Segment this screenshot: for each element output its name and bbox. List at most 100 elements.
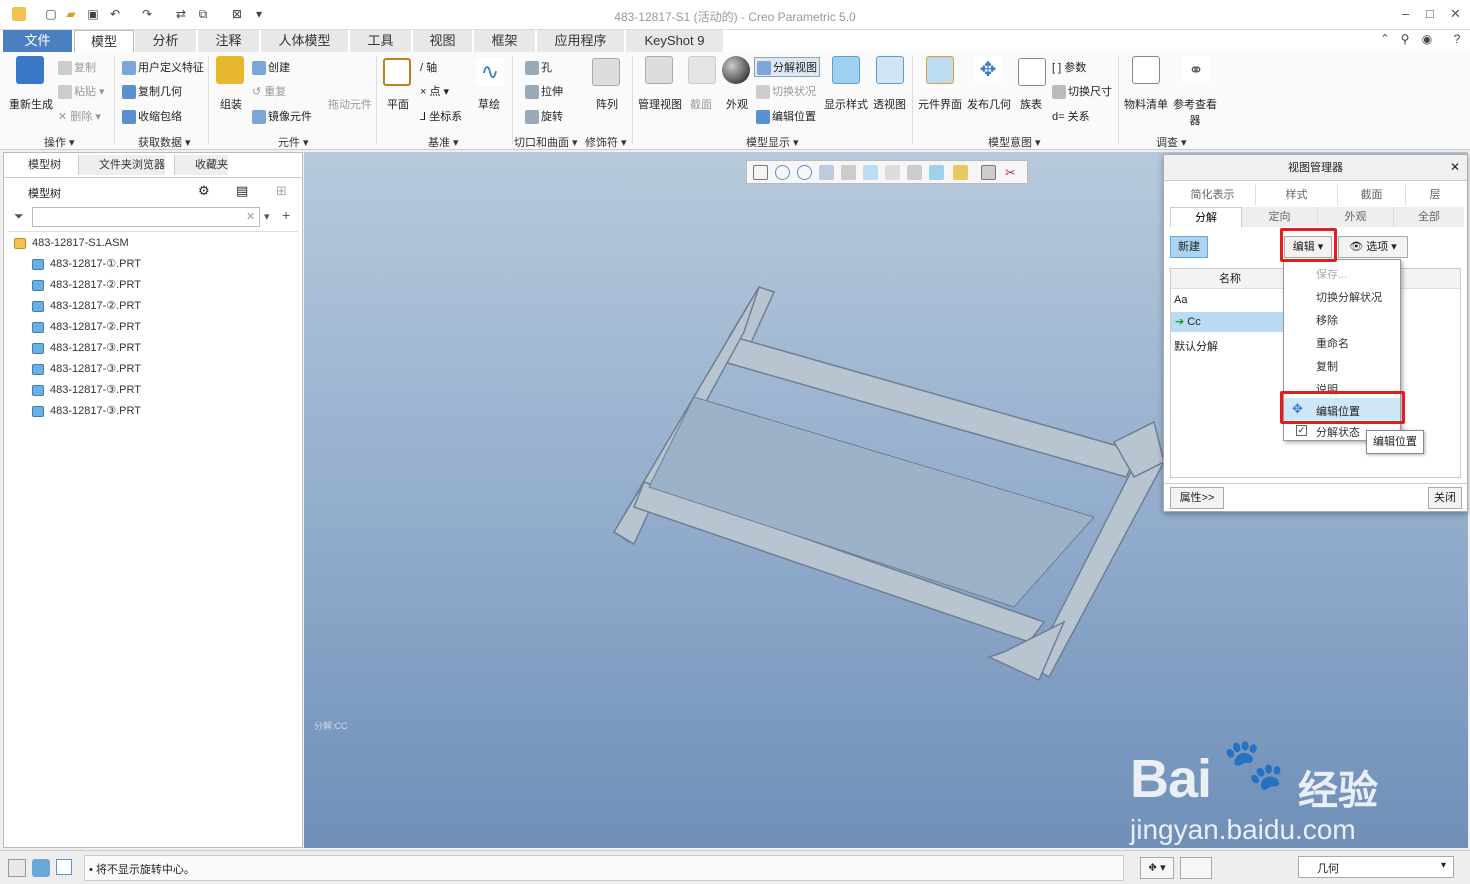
group-model-display[interactable]: 模型显示 ▾ <box>746 134 799 150</box>
tab-sections[interactable]: 截面 <box>1338 185 1406 205</box>
tree-item[interactable]: 483-12817-①.PRT <box>32 254 141 274</box>
tree-item[interactable]: 483-12817-③.PRT <box>32 401 141 421</box>
tree-search-input[interactable] <box>32 207 260 227</box>
parameters-button[interactable]: [ ] 参数 <box>1052 59 1086 75</box>
repeat-button[interactable]: ↺ 重复 <box>252 83 286 99</box>
mirror-component-button[interactable]: 镜像元件 <box>252 108 312 125</box>
tree-item[interactable]: 483-12817-②.PRT <box>32 317 141 337</box>
pattern-button[interactable]: 阵列 <box>596 96 618 112</box>
tree-item[interactable]: 483-12817-②.PRT <box>32 296 141 316</box>
csys-button[interactable]: ⅃ 坐标系 <box>420 108 462 124</box>
shrinkwrap-button[interactable]: 收缩包络 <box>122 108 182 125</box>
tab-file[interactable]: 文件 <box>3 30 73 52</box>
new-button[interactable]: 新建 <box>1170 236 1208 258</box>
tree-columns-icon[interactable]: ▤ <box>236 183 248 199</box>
fullscreen-icon[interactable] <box>56 859 72 875</box>
edit-position-ribbon-button[interactable]: 编辑位置 <box>756 108 816 125</box>
tree-root[interactable]: 483-12817-S1.ASM <box>14 233 129 253</box>
drag-component-button[interactable]: 拖动元件 <box>328 96 372 112</box>
tree-item[interactable]: 483-12817-②.PRT <box>32 275 141 295</box>
publish-geometry-button[interactable]: 发布几何 <box>967 96 1011 112</box>
community-icon[interactable]: ◉ <box>1420 32 1434 46</box>
tab-tools[interactable]: 工具 <box>350 30 412 52</box>
repaint-icon[interactable] <box>819 165 834 180</box>
tab-analysis[interactable]: 分析 <box>135 30 197 52</box>
tab-simplified-rep[interactable]: 简化表示 <box>1170 185 1256 205</box>
tab-explode[interactable]: 分解 <box>1170 207 1242 227</box>
menu-item-copy[interactable]: 复制 <box>1316 358 1338 374</box>
tree-item[interactable]: 483-12817-③.PRT <box>32 359 141 379</box>
add-filter-icon[interactable]: + <box>282 207 290 223</box>
explode-view-button[interactable]: 分解视图 <box>754 57 820 78</box>
revolve-button[interactable]: 旋转 <box>525 108 563 125</box>
tab-annotate[interactable]: 注释 <box>198 30 260 52</box>
switch-dimensions-button[interactable]: 切换尺寸 <box>1052 83 1112 100</box>
tab-manikin[interactable]: 人体模型 <box>261 30 349 52</box>
group-model-intent[interactable]: 模型意图 ▾ <box>988 134 1041 150</box>
tab-style[interactable]: 样式 <box>1256 185 1338 205</box>
properties-button[interactable]: 属性>> <box>1170 487 1224 509</box>
pan-icon[interactable] <box>841 165 856 180</box>
help-icon[interactable]: ? <box>1450 32 1464 46</box>
zoom-out-icon[interactable] <box>797 165 812 180</box>
tab-folder-browser[interactable]: 文件夹浏览器 <box>78 155 165 175</box>
tab-model[interactable]: 模型 <box>74 30 134 52</box>
collapse-ribbon-icon[interactable]: ⌃ <box>1378 32 1392 46</box>
minimize-icon[interactable]: – <box>1402 6 1409 21</box>
user-feature-button[interactable]: 用户定义特征 <box>122 59 204 76</box>
menu-item-rename[interactable]: 重命名 <box>1316 335 1349 351</box>
annotation-display-icon[interactable] <box>981 165 996 180</box>
paste-button[interactable]: 粘贴 ▾ <box>58 83 105 100</box>
dialog-close-icon[interactable]: ✕ <box>1450 160 1460 174</box>
selection-filter-select[interactable]: 几何 <box>1298 856 1454 878</box>
hole-button[interactable]: 孔 <box>525 59 552 76</box>
saved-orientations-icon[interactable] <box>885 165 900 180</box>
family-table-button[interactable]: 族表 <box>1020 96 1042 112</box>
copy-button[interactable]: 复制 <box>58 59 96 76</box>
copy-geometry-button[interactable]: 复制几何 <box>122 83 182 100</box>
tree-item[interactable]: 483-12817-③.PRT <box>32 380 141 400</box>
menu-item-explode-state[interactable]: 分解状态 <box>1316 424 1360 440</box>
group-investigate[interactable]: 调查 ▾ <box>1156 134 1187 150</box>
tab-all[interactable]: 全部 <box>1394 207 1464 227</box>
display-style-button[interactable]: 显示样式 <box>824 96 868 112</box>
reference-viewer-button[interactable]: 参考查看器 <box>1172 96 1218 128</box>
close-button[interactable]: 关闭 <box>1428 487 1462 509</box>
toggle-state-button[interactable]: 切换状况 <box>756 83 816 100</box>
display-style-view-icon[interactable] <box>863 165 878 180</box>
relations-button[interactable]: d= 关系 <box>1052 108 1090 124</box>
maximize-icon[interactable]: □ <box>1426 6 1434 21</box>
tree-item[interactable]: 483-12817-③.PRT <box>32 338 141 358</box>
manage-view-button[interactable]: 管理视图 <box>638 96 682 112</box>
close-icon[interactable]: ✕ <box>1450 6 1461 22</box>
regenerate-button[interactable]: 重新生成 <box>9 96 53 112</box>
tab-framework[interactable]: 框架 <box>474 30 536 52</box>
menu-item-save[interactable]: 保存... <box>1316 266 1347 282</box>
group-cut-surface[interactable]: 切口和曲面 ▾ <box>514 134 578 150</box>
menu-item-remove[interactable]: 移除 <box>1316 312 1338 328</box>
toggle-navigator-icon[interactable] <box>8 859 26 877</box>
component-interface-button[interactable]: 元件界面 <box>918 96 962 112</box>
assemble-button[interactable]: 组装 <box>220 96 242 112</box>
selected-items-icon[interactable] <box>1180 857 1212 879</box>
filter-icon[interactable]: ⏷ <box>14 209 24 224</box>
list-item[interactable]: 默认分解 <box>1174 338 1218 354</box>
sketch-button[interactable]: 草绘 <box>478 96 500 112</box>
zoom-in-icon[interactable] <box>775 165 790 180</box>
toggle-browser-icon[interactable] <box>32 859 50 877</box>
options-button[interactable]: 👁 选项 ▾ <box>1338 236 1408 258</box>
explode-state-checkbox[interactable]: ✓ <box>1296 425 1307 436</box>
delete-button[interactable]: ✕ 删除 ▾ <box>58 108 101 124</box>
perspective-button[interactable]: 透视图 <box>873 96 906 112</box>
create-button[interactable]: 创建 <box>252 59 290 76</box>
perspective-view-icon[interactable] <box>929 165 944 180</box>
tab-orient[interactable]: 定向 <box>1242 207 1318 227</box>
point-button[interactable]: × 点 ▾ <box>420 83 449 99</box>
group-modifiers[interactable]: 修饰符 ▾ <box>585 134 627 150</box>
appearance-button[interactable]: 外观 <box>726 96 748 112</box>
refit-icon[interactable] <box>753 165 768 180</box>
tree-settings-icon[interactable]: ⚙ <box>198 183 210 199</box>
group-component[interactable]: 元件 ▾ <box>278 134 309 150</box>
view-manager-icon[interactable] <box>907 165 922 180</box>
spin-center-icon[interactable]: ✂ <box>1005 165 1020 180</box>
